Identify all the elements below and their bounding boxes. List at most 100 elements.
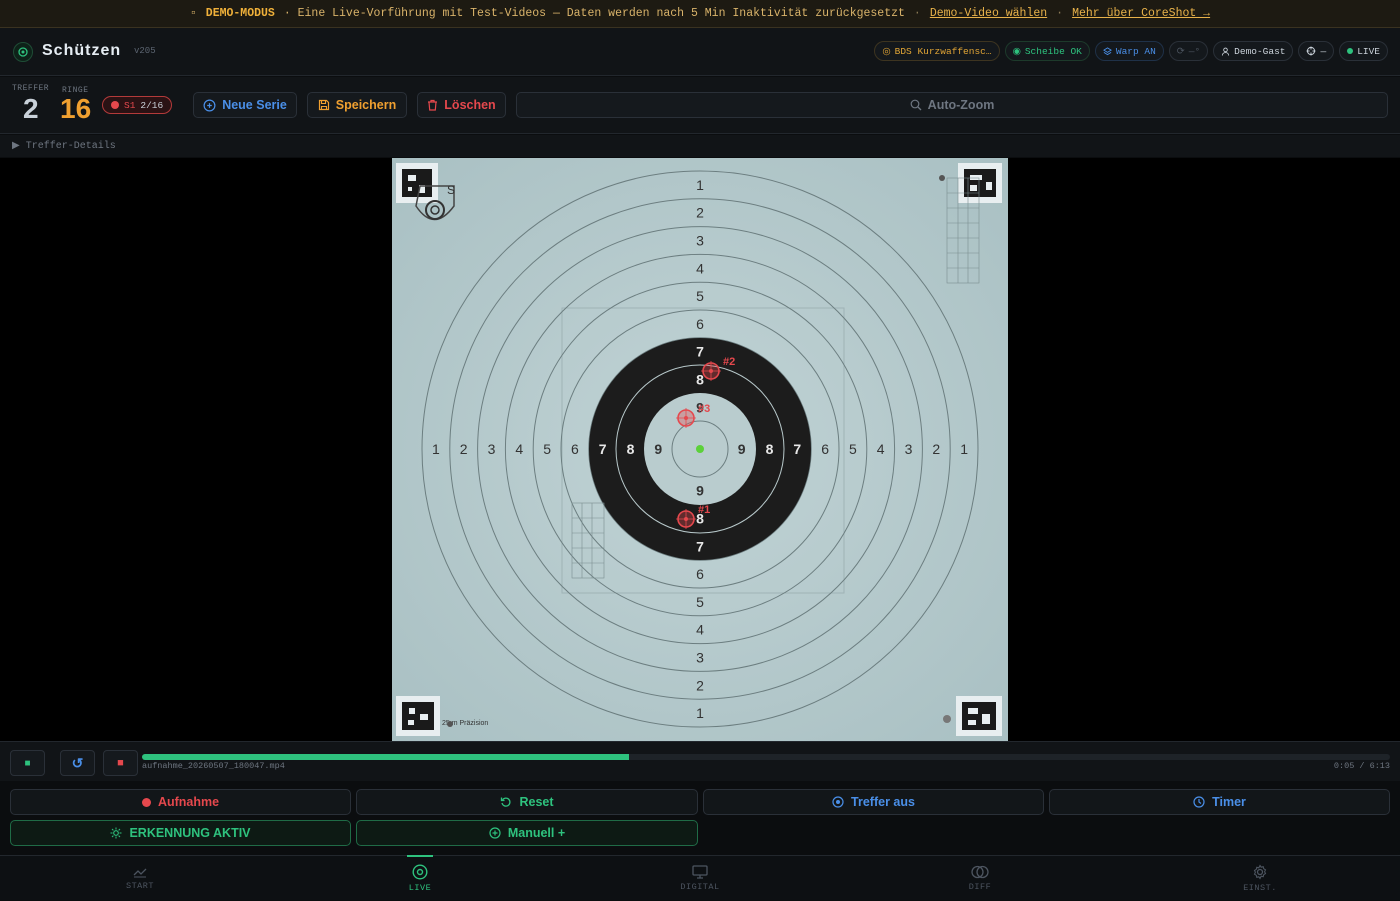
hits-value: 2 [23, 93, 39, 124]
target-icon [412, 864, 428, 880]
stop-icon: ■ [117, 757, 124, 769]
warp-chip[interactable]: Warp AN [1094, 41, 1164, 61]
save-label: Speichern [335, 98, 397, 112]
zoom-chip[interactable]: — [1298, 41, 1335, 61]
reset-label: Reset [519, 795, 554, 809]
zoom-icon [910, 99, 922, 111]
ring-number: 7 [696, 344, 704, 360]
timer-button[interactable]: Timer [1049, 789, 1390, 815]
hit-details-toggle[interactable]: ▶ Treffer-Details [0, 135, 1400, 157]
live-chip[interactable]: LIVE [1339, 41, 1388, 61]
play-pause-button[interactable]: ■ [10, 750, 45, 776]
target-icon [832, 796, 844, 808]
demo-video-link[interactable]: Demo-Video wählen [930, 7, 1047, 20]
ring-number: 4 [696, 622, 704, 638]
loop-icon: ↺ [71, 754, 84, 771]
save-button[interactable]: Speichern [307, 92, 407, 118]
target-logo-icon [13, 42, 33, 62]
manual-add-button[interactable]: Manuell + [356, 820, 698, 846]
hits-label: TREFFER [12, 84, 50, 93]
ring-number: 5 [849, 441, 857, 457]
shot-label: #1 [698, 504, 710, 516]
chart-icon [133, 868, 147, 878]
progress-track[interactable] [142, 754, 1390, 760]
target-status-chip[interactable]: ◉ Scheibe OK [1004, 41, 1090, 61]
timer-label: Timer [1212, 795, 1246, 809]
auto-zoom-button[interactable]: Auto-Zoom [516, 92, 1388, 118]
demo-text: · Eine Live-Vorführung mit Test-Videos —… [283, 7, 905, 20]
nav-start[interactable]: START [0, 856, 280, 901]
ring-number: 3 [905, 441, 913, 457]
active-indicator [407, 855, 433, 857]
ring-number: 2 [460, 441, 468, 457]
bottom-nav: START LIVE DIGITAL DIFF EINST. [0, 855, 1400, 900]
discipline-chip[interactable]: ◎ BDS Kurzwaffensc… [874, 41, 1000, 61]
ring-number: 2 [696, 205, 704, 221]
ring-number: 6 [821, 441, 829, 457]
save-icon [318, 99, 329, 111]
sun-icon [110, 827, 122, 839]
ring-number: 2 [932, 441, 940, 457]
rotation-label: —° [1188, 45, 1201, 57]
video-time: 0:05 / 6:13 [1333, 761, 1390, 771]
hits-off-label: Treffer aus [851, 795, 915, 809]
new-series-button[interactable]: Neue Serie [193, 92, 297, 118]
progress-fill [142, 754, 629, 760]
app-title: Schützen [42, 42, 122, 59]
hits-off-button[interactable]: Treffer aus [703, 789, 1044, 815]
ring-number: 5 [696, 594, 704, 610]
marker-bl [396, 696, 440, 736]
ring-number: 7 [793, 441, 801, 457]
clock-icon [1193, 796, 1205, 808]
discipline-label: BDS Kurzwaffensc… [894, 45, 992, 57]
target-status-label: Scheibe OK [1024, 45, 1082, 57]
user-chip[interactable]: Demo-Gast [1213, 41, 1294, 61]
nav-live-label: LIVE [408, 883, 432, 893]
ring-number: 9 [696, 483, 704, 499]
about-coreshot-link[interactable]: Mehr über CoreShot → [1072, 7, 1210, 20]
reset-button[interactable]: Reset [356, 789, 698, 815]
action-buttons: Aufnahme Reset Treffer aus Timer ERKENNU… [0, 782, 1400, 854]
ring-number: 9 [738, 441, 746, 457]
user-label: Demo-Gast [1234, 45, 1286, 57]
loop-button[interactable]: ↺ [60, 750, 95, 776]
stop-button[interactable]: ■ [103, 750, 138, 776]
nav-diff[interactable]: DIFF [840, 856, 1120, 901]
ring-number: 6 [696, 566, 704, 582]
live-label: LIVE [1357, 45, 1380, 57]
nav-digital[interactable]: DIGITAL [560, 856, 840, 901]
marker-tl [396, 163, 438, 203]
rotation-chip[interactable]: ⟳ —° [1168, 41, 1209, 61]
app-version: v205 [134, 46, 156, 56]
marker-tr [958, 163, 1002, 203]
demo-icon: ▫ [189, 7, 197, 20]
series-badge[interactable]: S1 2/16 [102, 96, 173, 114]
diff-icon [971, 865, 989, 879]
nav-settings[interactable]: EINST. [1120, 856, 1400, 901]
ring-number: 3 [696, 233, 704, 249]
marker-br [956, 696, 1002, 736]
ring-number: 1 [696, 705, 704, 721]
trash-icon [428, 99, 438, 111]
ring-number: 4 [515, 441, 523, 457]
series-id: S1 [124, 99, 136, 111]
ring-number: 7 [599, 441, 607, 457]
ring-number: 7 [696, 538, 704, 554]
record-button[interactable]: Aufnahme [10, 789, 351, 815]
ring-number: 6 [571, 441, 579, 457]
video-stage: 111122223333444455556666777788889999 S 2… [0, 158, 1400, 741]
ring-number: 2 [696, 677, 704, 693]
plus-circle-icon [489, 827, 501, 839]
ring-number: 1 [696, 177, 704, 193]
rings-value: 16 [60, 93, 92, 124]
auto-zoom-label: Auto-Zoom [927, 98, 995, 112]
detection-toggle-button[interactable]: ERKENNUNG AKTIV [10, 820, 351, 846]
delete-button[interactable]: Löschen [417, 92, 506, 118]
record-dot-icon [111, 101, 119, 109]
ring-number: 3 [488, 441, 496, 457]
video-filename: aufnahme_20260507_180047.mp4 [142, 761, 285, 771]
pause-icon: ■ [24, 757, 31, 769]
target-image[interactable]: 111122223333444455556666777788889999 S 2… [392, 158, 1008, 741]
ring-number: 9 [654, 441, 662, 457]
nav-live[interactable]: LIVE [280, 855, 560, 901]
